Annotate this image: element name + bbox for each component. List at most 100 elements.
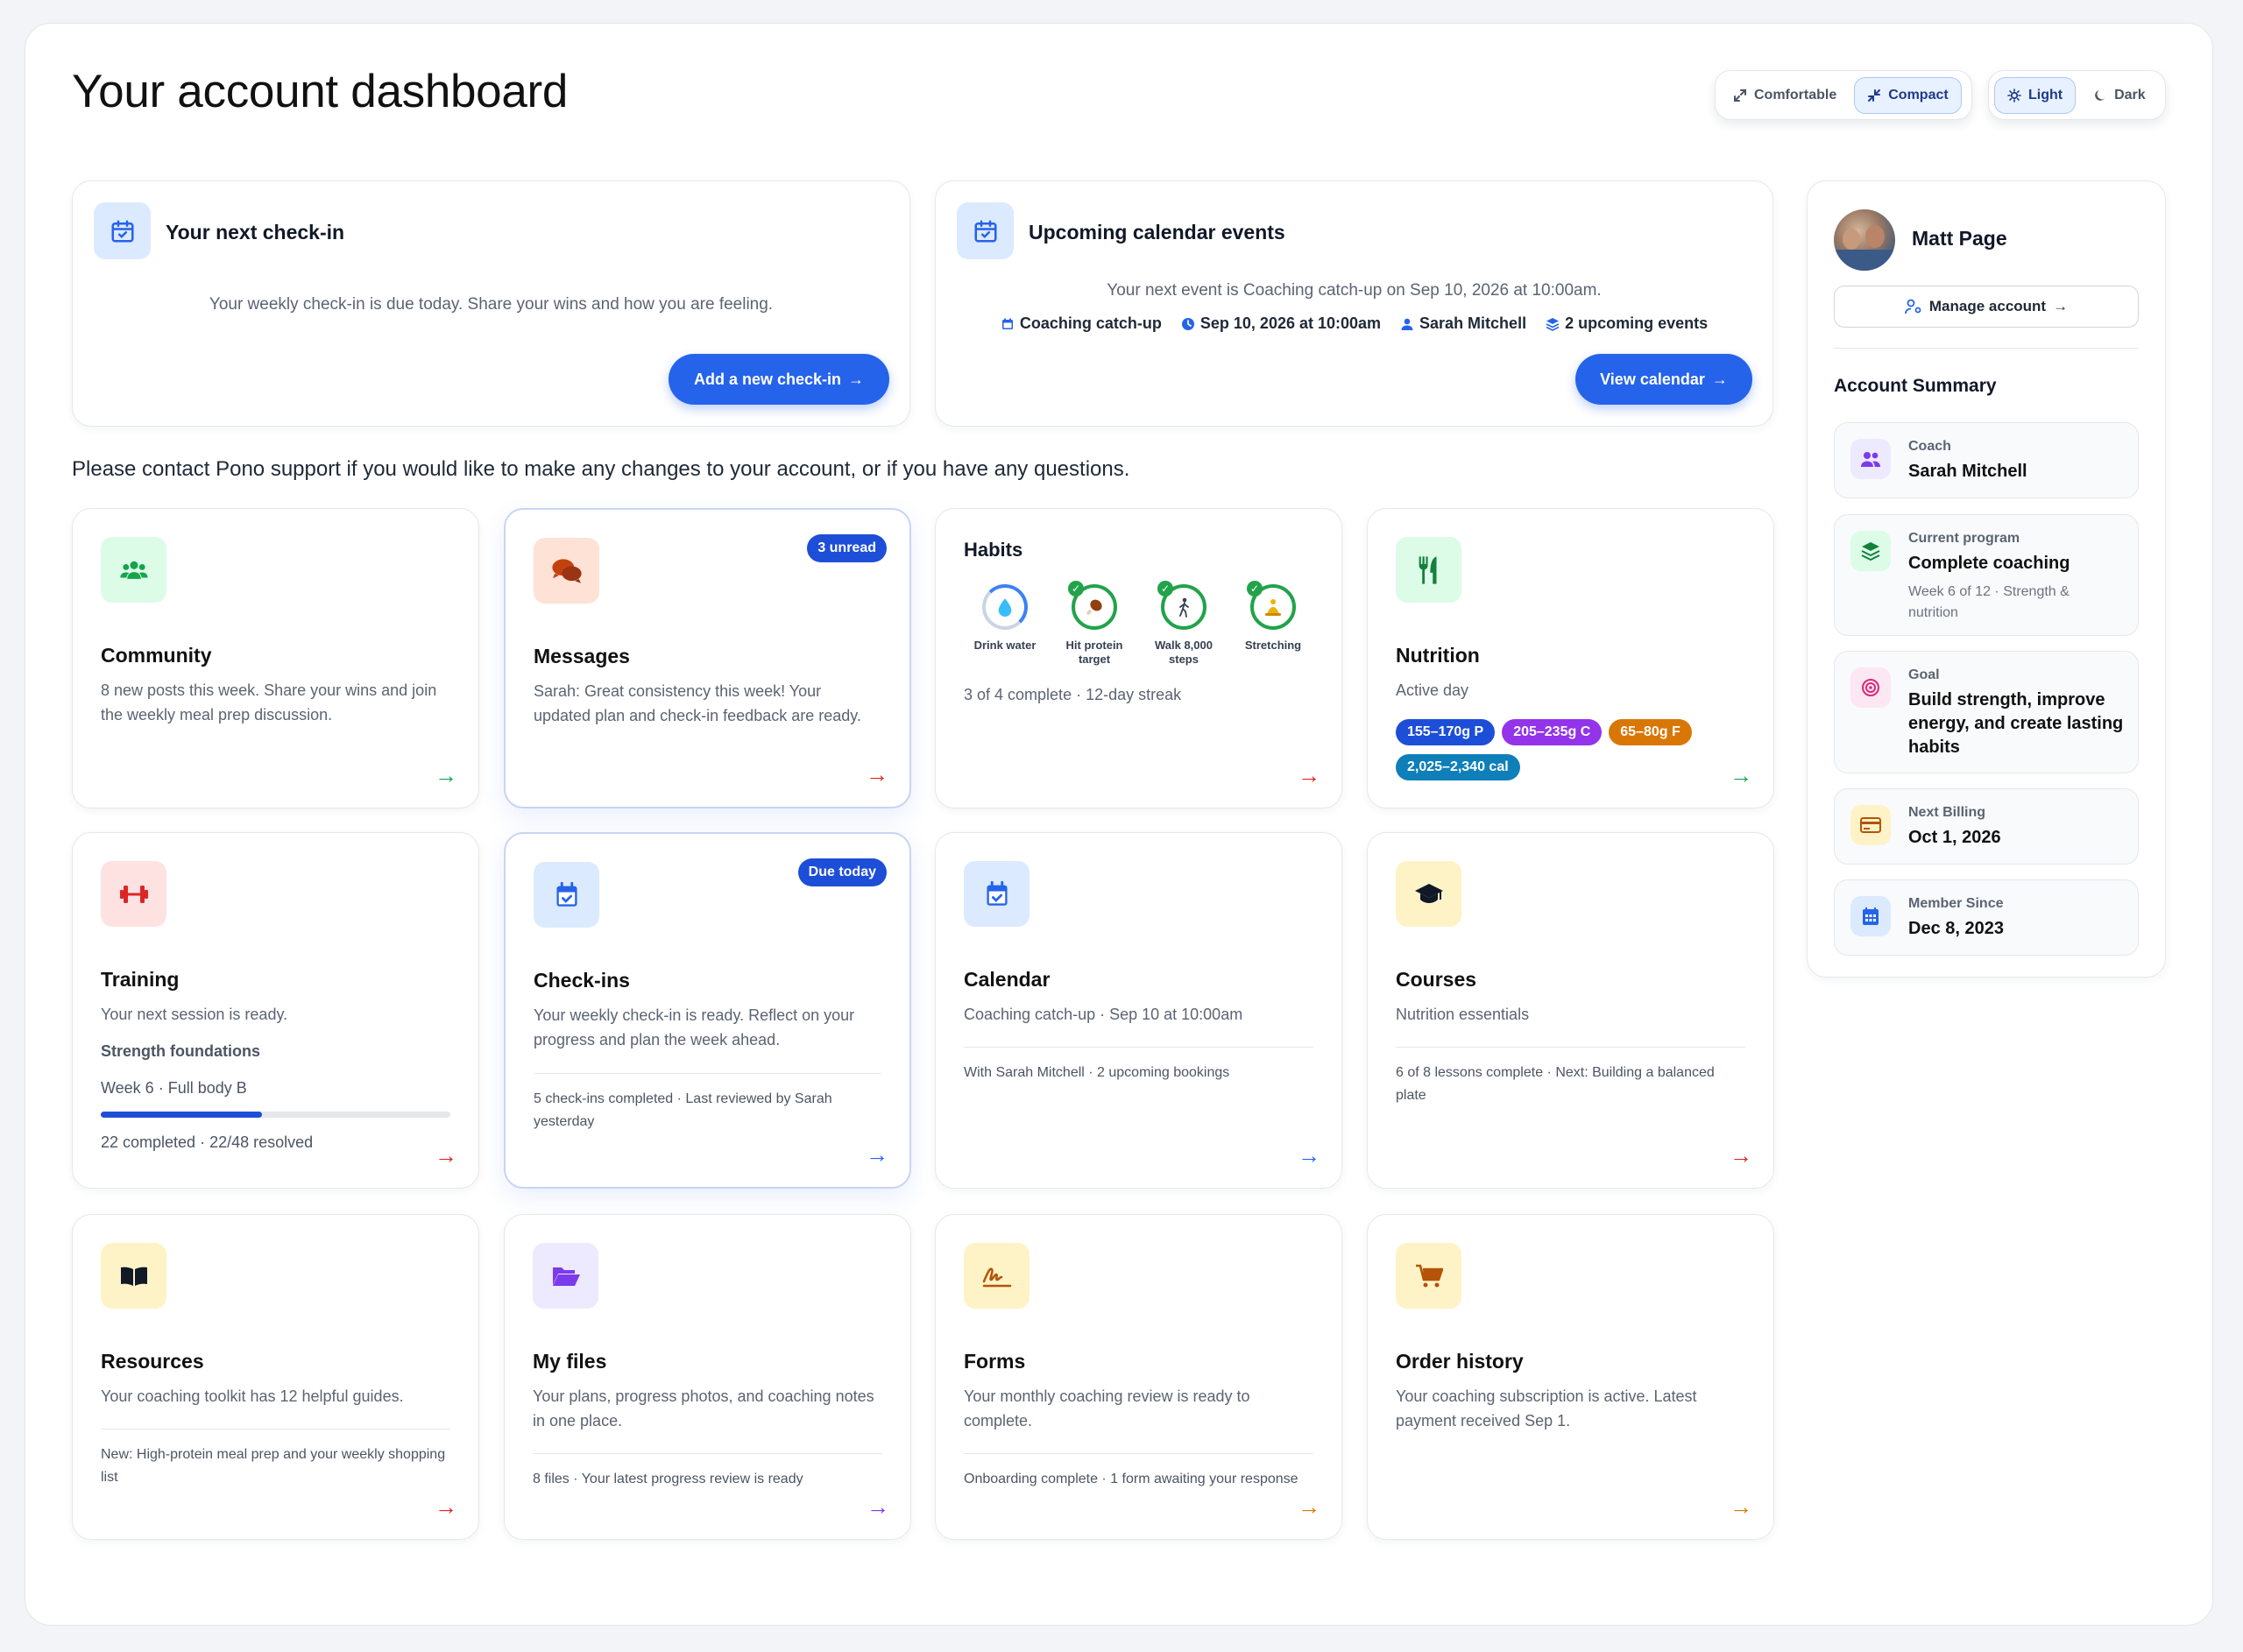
density-compact-option[interactable]: Compact — [1854, 76, 1962, 114]
event-meta-date: Sep 10, 2026 at 10:00am — [1181, 314, 1381, 333]
sun-icon — [2007, 88, 2021, 102]
signature-icon — [964, 1243, 1030, 1309]
target-icon — [1850, 667, 1891, 708]
order-history-desc: Your coaching subscription is active. La… — [1396, 1387, 1697, 1430]
theme-light-label: Light — [2028, 87, 2063, 102]
training-title: Training — [101, 968, 180, 991]
view-calendar-button[interactable]: View calendar → — [1575, 354, 1752, 405]
my-files-desc: Your plans, progress photos, and coachin… — [533, 1387, 874, 1430]
divider — [1834, 348, 2139, 349]
calendar-check-icon — [94, 202, 151, 259]
habit-drink-water[interactable]: Drink water — [961, 584, 1049, 653]
event-meta-coach: Sarah Mitchell — [1400, 314, 1526, 333]
calendar-title: Calendar — [964, 968, 1051, 991]
community-tile[interactable]: Community 8 new posts this week. Share y… — [72, 508, 479, 808]
summary-billing-label: Next Billing — [1908, 805, 1986, 820]
training-tile[interactable]: Training Your next session is ready. Str… — [72, 832, 479, 1189]
habit-stretching[interactable]: ✓ Stretching — [1229, 581, 1317, 653]
training-progress-fill — [101, 1112, 262, 1118]
calendar-tile[interactable]: Calendar Coaching catch-up · Sep 10 at 1… — [935, 832, 1342, 1189]
order-history-tile[interactable]: Order history Your coaching subscription… — [1367, 1214, 1774, 1540]
add-checkin-label: Add a new check-in — [693, 370, 842, 388]
event-meta-date-text: Sep 10, 2026 at 10:00am — [1199, 314, 1382, 332]
arrow-right-icon: → — [866, 761, 888, 787]
support-notice: Please contact Pono support if you would… — [72, 457, 1130, 481]
chat-bubbles-icon — [534, 538, 599, 604]
arrow-right-icon: → — [1298, 1493, 1320, 1520]
habits-summary: 3 of 4 complete · 12-day streak — [964, 686, 1182, 703]
manage-account-button[interactable]: Manage account → — [1834, 286, 2139, 328]
habit-progress-ring — [982, 584, 1028, 630]
my-files-tile[interactable]: My files Your plans, progress photos, an… — [504, 1214, 911, 1540]
training-program: Strength foundations — [101, 1042, 260, 1060]
arrow-right-icon: → — [1711, 370, 1728, 388]
resources-tile[interactable]: Resources Your coaching toolkit has 12 h… — [72, 1214, 479, 1540]
summary-member-label: Member Since — [1908, 896, 2004, 911]
training-week: Week 6 · Full body B — [101, 1079, 247, 1097]
water-drop-icon — [998, 598, 1012, 617]
account-summary-title: Account Summary — [1834, 376, 1997, 396]
next-checkin-card: Your next check-in Your weekly check-in … — [72, 180, 910, 427]
habit-label: Stretching — [1244, 639, 1302, 652]
calendar-icon — [1850, 896, 1891, 936]
arrow-right-icon: → — [1298, 1142, 1320, 1168]
macro-chip: 155–170g P — [1396, 719, 1496, 745]
courses-desc: Nutrition essentials — [1396, 1006, 1530, 1023]
nutrition-tile[interactable]: Nutrition Active day 155–170g P 205–235g … — [1367, 508, 1774, 808]
checkins-tile[interactable]: Due today Check-ins Your weekly check-in… — [504, 832, 911, 1189]
check-icon: ✓ — [1068, 581, 1084, 597]
arrow-right-icon: → — [2053, 298, 2069, 314]
arrow-right-icon: → — [435, 1142, 457, 1168]
summary-member-value: Dec 8, 2023 — [1908, 919, 2004, 938]
community-icon — [101, 537, 166, 603]
summary-goal-label: Goal — [1908, 667, 1940, 682]
courses-tile[interactable]: Courses Nutrition essentials 6 of 8 less… — [1367, 832, 1774, 1189]
check-icon: ✓ — [1247, 581, 1263, 597]
event-meta-count-text: 2 upcoming events — [1565, 314, 1709, 332]
density-comfortable-option[interactable]: Comfortable — [1721, 77, 1849, 114]
forms-tile[interactable]: Forms Your monthly coaching review is re… — [935, 1214, 1342, 1540]
summary-coach-value: Sarah Mitchell — [1908, 462, 2027, 481]
utensils-icon — [1396, 537, 1461, 603]
community-desc: 8 new posts this week. Share your wins a… — [101, 681, 437, 724]
view-calendar-label: View calendar — [1600, 370, 1705, 388]
upcoming-events-card: Upcoming calendar events Your next event… — [935, 180, 1773, 427]
courses-title: Courses — [1396, 968, 1477, 991]
arrow-right-icon: → — [435, 762, 457, 788]
add-checkin-button[interactable]: Add a new check-in → — [669, 354, 889, 405]
credit-card-icon — [1850, 805, 1891, 845]
summary-member: Member Since Dec 8, 2023 — [1834, 879, 2139, 956]
calendar-desc: Coaching catch-up · Sep 10 at 10:00am — [964, 1006, 1243, 1023]
habit-walk[interactable]: ✓ Walk 8,000 steps — [1140, 581, 1228, 667]
stretching-icon — [1265, 599, 1281, 616]
users-icon — [1850, 439, 1891, 479]
my-files-foot: 8 files · Your latest progress review is… — [533, 1453, 882, 1491]
clock-icon — [1181, 317, 1194, 330]
messages-tile[interactable]: 3 unread Messages Sarah: Great consisten… — [504, 508, 911, 808]
next-checkin-text: Your weekly check-in is due today. Share… — [209, 295, 774, 314]
messages-title: Messages — [534, 645, 630, 667]
checkins-title: Check-ins — [534, 969, 630, 992]
nutrition-title: Nutrition — [1396, 644, 1480, 667]
page-title: Your account dashboard — [72, 66, 569, 117]
habit-protein[interactable]: ✓ Hit protein target — [1051, 581, 1138, 667]
arrow-right-icon: → — [1730, 762, 1752, 788]
training-foot: 22 completed · 22/48 resolved — [101, 1133, 314, 1151]
event-meta-title: Coaching catch-up — [1001, 314, 1162, 333]
dumbbell-icon — [101, 861, 166, 927]
manage-account-label: Manage account — [1928, 298, 2047, 314]
user-cog-icon — [1904, 299, 1921, 314]
summary-program-sub: Week 6 of 12 · Strength & nutrition — [1908, 584, 2070, 620]
forms-foot: Onboarding complete · 1 form awaiting yo… — [964, 1453, 1313, 1491]
user-icon — [1401, 318, 1413, 330]
habit-progress-ring: ✓ — [1068, 581, 1117, 630]
arrow-right-icon: → — [867, 1493, 889, 1520]
density-toggle: Comfortable Compact — [1715, 70, 1972, 120]
theme-dark-option[interactable]: Dark — [2081, 77, 2158, 114]
summary-program-label: Current program — [1908, 531, 2020, 546]
habits-tile[interactable]: Habits Drink water ✓ Hit protein target … — [935, 508, 1342, 808]
community-title: Community — [101, 644, 212, 667]
graduation-cap-icon — [1396, 861, 1461, 927]
theme-light-option[interactable]: Light — [1994, 76, 2077, 114]
habit-label: Hit protein target — [1065, 639, 1123, 666]
